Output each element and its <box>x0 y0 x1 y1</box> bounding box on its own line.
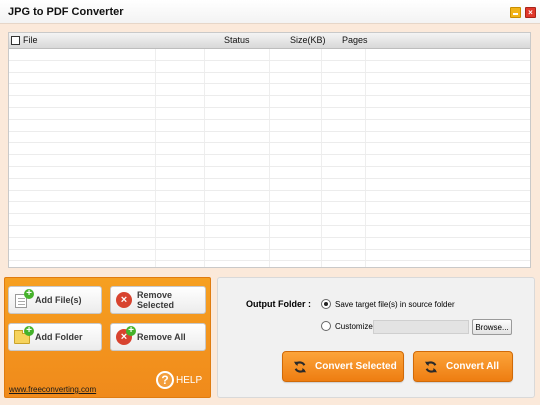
convert-all-label: Convert All <box>446 361 499 372</box>
remove-selected-button[interactable]: × Remove Selected <box>110 286 206 314</box>
convert-icon <box>293 360 307 373</box>
title-bar: JPG to PDF Converter × <box>0 0 540 24</box>
table-row[interactable] <box>9 143 530 156</box>
table-row[interactable] <box>9 61 530 73</box>
option-customize[interactable]: Customize : <box>321 321 377 331</box>
convert-selected-button[interactable]: Convert Selected <box>282 351 404 382</box>
convert-all-button[interactable]: Convert All <box>413 351 513 382</box>
help-label: HELP <box>176 374 203 386</box>
table-row[interactable] <box>9 214 530 226</box>
table-row[interactable] <box>9 238 530 250</box>
website-link[interactable]: www.freeconverting.com <box>9 385 96 394</box>
help-icon: ? <box>156 371 174 389</box>
select-all-checkbox[interactable] <box>11 36 20 45</box>
radio-source[interactable] <box>321 299 331 309</box>
add-folder-button[interactable]: + Add Folder <box>8 323 102 351</box>
remove-icon: × <box>116 291 134 309</box>
table-row[interactable] <box>9 132 530 144</box>
help-button[interactable]: ? HELP <box>156 371 202 389</box>
file-list[interactable]: File Status Size(KB) Pages <box>8 32 531 268</box>
option-source-folder[interactable]: Save target file(s) in source folder <box>321 299 455 309</box>
column-status[interactable]: Status <box>224 35 250 45</box>
radio-customize[interactable] <box>321 321 331 331</box>
table-row[interactable] <box>9 191 530 203</box>
table-row[interactable] <box>9 84 530 97</box>
table-row[interactable] <box>9 73 530 85</box>
table-row[interactable] <box>9 202 530 215</box>
table-row[interactable] <box>9 96 530 108</box>
table-row[interactable] <box>9 179 530 191</box>
table-row[interactable] <box>9 261 530 267</box>
browse-button[interactable]: Browse... <box>472 319 512 335</box>
add-file-icon: + <box>14 289 34 309</box>
output-folder-label: Output Folder : <box>246 299 311 309</box>
window-title: JPG to PDF Converter <box>8 6 124 18</box>
table-row[interactable] <box>9 155 530 167</box>
remove-all-button[interactable]: × + Remove All <box>110 323 206 351</box>
table-row[interactable] <box>9 120 530 132</box>
add-folder-label: Add Folder <box>35 332 83 342</box>
add-files-button[interactable]: + Add File(s) <box>8 286 102 314</box>
column-file[interactable]: File <box>23 35 38 45</box>
add-files-label: Add File(s) <box>35 295 82 305</box>
minimize-button[interactable] <box>510 7 521 18</box>
close-button[interactable]: × <box>525 7 536 18</box>
remove-all-label: Remove All <box>137 332 186 342</box>
option-customize-label: Customize : <box>335 321 378 331</box>
convert-icon <box>424 360 438 373</box>
option-source-label: Save target file(s) in source folder <box>335 299 455 309</box>
column-size[interactable]: Size(KB) <box>290 35 326 45</box>
list-rows <box>9 49 530 267</box>
remove-selected-label: Remove Selected <box>137 290 175 310</box>
column-pages[interactable]: Pages <box>342 35 368 45</box>
table-row[interactable] <box>9 167 530 179</box>
convert-selected-label: Convert Selected <box>315 361 397 372</box>
add-folder-icon: + <box>14 326 34 346</box>
list-header: File Status Size(KB) Pages <box>9 33 530 49</box>
remove-all-icon: × + <box>116 326 136 346</box>
output-path-field[interactable] <box>373 320 469 334</box>
table-row[interactable] <box>9 108 530 120</box>
table-row[interactable] <box>9 49 530 61</box>
table-row[interactable] <box>9 250 530 262</box>
table-row[interactable] <box>9 226 530 238</box>
